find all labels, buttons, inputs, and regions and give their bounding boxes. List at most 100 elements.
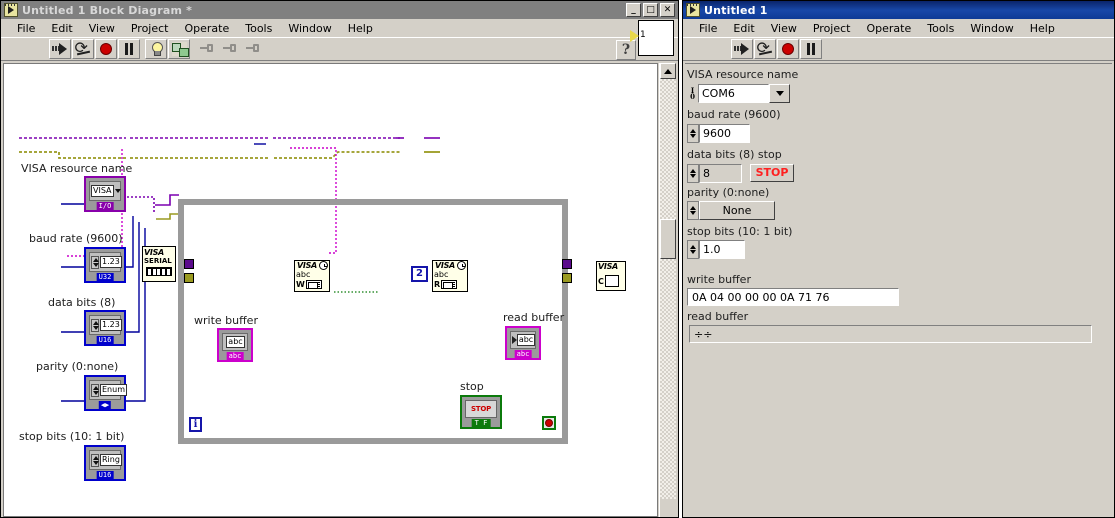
scrollbar-track-lower[interactable] bbox=[660, 259, 676, 499]
highlight-execution-button[interactable] bbox=[145, 39, 167, 59]
io-glyph-icon: I 0 bbox=[687, 84, 698, 103]
block-diagram-menubar: File Edit View Project Operate Tools Win… bbox=[1, 19, 678, 37]
terminal-stop-bits[interactable]: Ring U16 bbox=[84, 445, 126, 481]
node-visa-configure-serial-port[interactable]: VISA SERIAL bbox=[142, 246, 176, 282]
terminal-stop-button[interactable]: STOP T F bbox=[460, 395, 502, 429]
fp-stop-bits-value[interactable]: 1.0 bbox=[699, 240, 745, 259]
fp-write-buffer-field[interactable]: 0A 04 00 00 00 0A 71 76 bbox=[687, 288, 899, 306]
retain-wire-values-button[interactable] bbox=[168, 39, 190, 59]
abort-button[interactable] bbox=[95, 39, 117, 59]
fp-parity-value[interactable]: None bbox=[699, 201, 775, 220]
pause-button[interactable] bbox=[800, 39, 822, 59]
front-panel-canvas[interactable]: VISA resource name I 0 COM6 baud rate (9… bbox=[685, 63, 1112, 517]
menu-edit[interactable]: Edit bbox=[725, 21, 762, 36]
increment-decrement-icon bbox=[91, 384, 99, 397]
increment-decrement-icon[interactable] bbox=[687, 201, 699, 220]
minimize-button[interactable]: _ bbox=[626, 3, 641, 17]
fp-control-visa-resource-name[interactable]: I 0 COM6 bbox=[687, 84, 790, 103]
fp-data-bits-value[interactable]: 8 bbox=[699, 164, 742, 183]
increment-decrement-icon bbox=[91, 256, 99, 269]
terminal-stop-type: T F bbox=[472, 419, 491, 427]
node-visa-write-head: VISA bbox=[296, 261, 317, 270]
terminal-data-bits[interactable]: 1.23 U16 bbox=[84, 310, 126, 346]
screen: Untitled 1 Block Diagram * _ □ ✕ File Ed… bbox=[0, 0, 1115, 518]
pause-icon bbox=[805, 43, 817, 55]
run-button[interactable] bbox=[731, 39, 753, 59]
terminal-read-buffer[interactable]: abc abc bbox=[505, 326, 541, 360]
menu-tools[interactable]: Tools bbox=[237, 21, 280, 36]
maximize-button[interactable]: □ bbox=[643, 3, 658, 17]
caret-up-icon bbox=[690, 169, 696, 173]
clock-icon bbox=[319, 261, 328, 270]
fp-control-data-bits[interactable]: 8 bbox=[687, 164, 742, 183]
loop-tunnel-error-out[interactable] bbox=[562, 273, 572, 283]
menu-window[interactable]: Window bbox=[280, 21, 339, 36]
fp-stop-button[interactable]: STOP bbox=[750, 164, 794, 182]
scroll-up-button[interactable] bbox=[660, 63, 676, 79]
menu-window[interactable]: Window bbox=[962, 21, 1021, 36]
terminal-baud-rate[interactable]: 1.23 U32 bbox=[84, 247, 126, 283]
block-diagram-vertical-scrollbar[interactable] bbox=[659, 63, 676, 517]
terminal-visa-resource-name[interactable]: VISA I/O bbox=[84, 176, 126, 212]
menu-project[interactable]: Project bbox=[123, 21, 177, 36]
menu-tools[interactable]: Tools bbox=[919, 21, 962, 36]
terminal-read-buffer-type: abc bbox=[515, 350, 532, 358]
menu-view[interactable]: View bbox=[763, 21, 805, 36]
menu-operate[interactable]: Operate bbox=[176, 21, 237, 36]
menu-view[interactable]: View bbox=[81, 21, 123, 36]
constant-byte-count[interactable]: 2 bbox=[411, 266, 428, 282]
increment-decrement-icon[interactable] bbox=[687, 124, 699, 143]
increment-decrement-icon[interactable] bbox=[687, 240, 699, 259]
vi-icon-pane[interactable]: 1 bbox=[638, 20, 674, 56]
fp-read-buffer-field[interactable]: ÷÷ bbox=[689, 325, 1092, 343]
close-button[interactable]: ✕ bbox=[660, 3, 675, 17]
menu-file[interactable]: File bbox=[9, 21, 43, 36]
run-continuously-button[interactable] bbox=[754, 39, 776, 59]
caret-down-icon bbox=[690, 211, 696, 215]
fp-visa-resource-name-value[interactable]: COM6 bbox=[698, 84, 769, 103]
menu-operate[interactable]: Operate bbox=[858, 21, 919, 36]
terminal-read-buffer-inner: abc bbox=[510, 331, 536, 349]
node-visa-read[interactable]: VISA abc R bbox=[432, 260, 468, 292]
node-visa-write[interactable]: VISA abc W bbox=[294, 260, 330, 292]
block-diagram-canvas[interactable]: VISA resource name VISA I/O baud rate (9… bbox=[3, 63, 658, 517]
fp-control-baud-rate[interactable]: 9600 bbox=[687, 124, 750, 143]
label-read-buffer: read buffer bbox=[503, 311, 564, 324]
pause-button[interactable] bbox=[118, 39, 140, 59]
menu-edit[interactable]: Edit bbox=[43, 21, 80, 36]
terminal-write-buffer[interactable]: abc abc bbox=[217, 328, 253, 362]
fp-visa-resource-name-dropdown[interactable] bbox=[769, 84, 790, 103]
terminal-parity[interactable]: Enum ◀▶ bbox=[84, 375, 126, 411]
label-write-buffer: write buffer bbox=[194, 314, 258, 327]
caret-down-icon bbox=[690, 134, 696, 138]
menu-file[interactable]: File bbox=[691, 21, 725, 36]
loop-tunnel-visa-out[interactable] bbox=[562, 259, 572, 269]
terminal-stop-bits-inner: Ring bbox=[89, 450, 121, 470]
step-over-button[interactable] bbox=[218, 39, 240, 59]
scrollbar-thumb[interactable] bbox=[660, 219, 676, 259]
loop-tunnel-visa-in[interactable] bbox=[184, 259, 194, 269]
scrollbar-track-upper[interactable] bbox=[660, 79, 676, 219]
context-help-button[interactable]: ? bbox=[616, 40, 636, 60]
loop-conditional-terminal[interactable] bbox=[542, 416, 556, 430]
loop-iteration-terminal[interactable]: i bbox=[189, 417, 202, 432]
step-into-button[interactable] bbox=[195, 39, 217, 59]
question-mark-icon: ? bbox=[622, 42, 630, 58]
fp-baud-rate-value[interactable]: 9600 bbox=[699, 124, 750, 143]
run-button[interactable] bbox=[49, 39, 71, 59]
fp-control-stop-bits[interactable]: 1.0 bbox=[687, 240, 745, 259]
increment-decrement-icon[interactable] bbox=[687, 164, 699, 183]
abort-button[interactable] bbox=[777, 39, 799, 59]
terminal-visa-resource-name-tag: VISA bbox=[91, 185, 114, 197]
node-visa-close[interactable]: VISA C bbox=[596, 261, 626, 291]
run-continuously-button[interactable] bbox=[72, 39, 94, 59]
loop-tunnel-error-in[interactable] bbox=[184, 273, 194, 283]
block-diagram-toolbar: ? 1 bbox=[1, 37, 678, 61]
menu-help[interactable]: Help bbox=[1022, 21, 1063, 36]
increment-decrement-icon bbox=[91, 454, 99, 467]
menu-project[interactable]: Project bbox=[805, 21, 859, 36]
fp-control-parity[interactable]: None bbox=[687, 201, 775, 220]
node-visa-write-sub: abc bbox=[295, 270, 329, 279]
menu-help[interactable]: Help bbox=[340, 21, 381, 36]
step-out-button[interactable] bbox=[241, 39, 263, 59]
